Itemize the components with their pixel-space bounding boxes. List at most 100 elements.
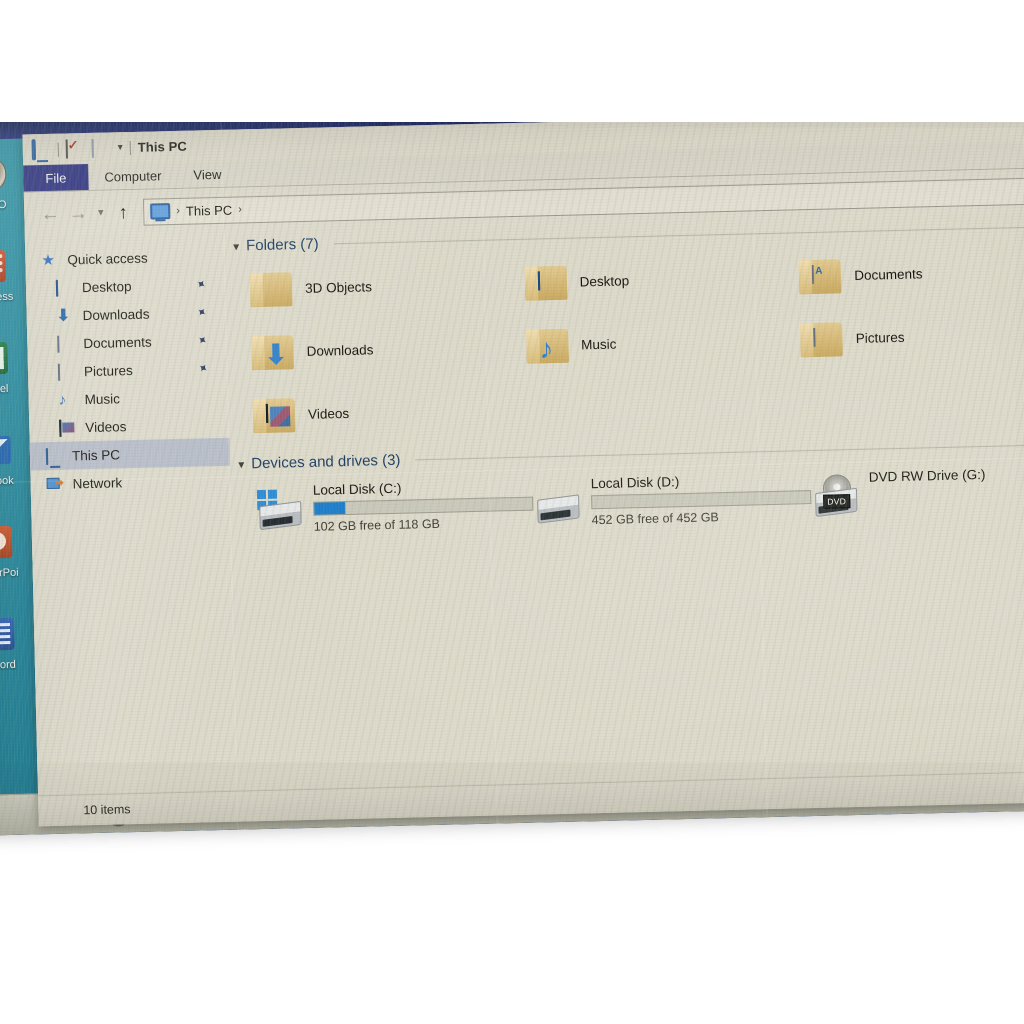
tile-label: 3D Objects: [304, 279, 373, 296]
recent-locations-chevron-icon[interactable]: ▾: [92, 200, 110, 226]
folder-music-icon: ♪: [525, 326, 572, 365]
tile-label: Downloads: [306, 342, 374, 359]
chevron-down-icon[interactable]: ▾: [233, 239, 239, 253]
folders-tile-grid: 3D Objects Desktop A Documents ⬇ Downloa…: [231, 237, 1024, 446]
excel-icon: [0, 339, 12, 378]
desktop-icon-label: ord: [0, 658, 16, 672]
file-explorer-window[interactable]: ▾ This PC File Computer View ← → ▾ ↑ › T…: [22, 109, 1024, 827]
sidebar-item-label: This PC: [71, 446, 121, 463]
star-icon: ★: [41, 251, 56, 269]
drive-free-space: 452 GB free of 452 GB: [591, 510, 719, 528]
tile-label: Desktop: [579, 273, 630, 290]
up-button[interactable]: ↑: [109, 199, 138, 226]
drive-local-disk-c[interactable]: Local Disk (C:) 102 GB free of 118 GB: [255, 476, 534, 536]
pin-icon[interactable]: ✦: [194, 304, 210, 321]
tile-music[interactable]: ♪ Music: [525, 312, 802, 373]
tile-documents[interactable]: Documents: [798, 243, 1024, 304]
this-pc-icon: [45, 447, 63, 465]
dvd-badge: DVD: [823, 494, 851, 509]
tile-videos[interactable]: Videos: [252, 382, 528, 443]
download-icon: ⬇: [56, 306, 71, 325]
address-bar-actions: ▾ ↻: [1014, 177, 1024, 203]
folder-documents-icon: [798, 257, 845, 296]
drive-capacity-bar: [591, 490, 812, 510]
drive-name: Local Disk (C:): [312, 480, 402, 498]
new-folder-icon[interactable]: [91, 138, 111, 158]
windows-drive-icon: [255, 489, 303, 532]
content-pane[interactable]: ▾ Folders (7) 3D Objects Desktop A Docum…: [224, 211, 1024, 772]
chevron-down-icon[interactable]: ▾: [118, 142, 123, 153]
dvd-drive-icon: DVD: [811, 474, 859, 519]
breadcrumb-separator-icon: ›: [176, 204, 181, 217]
access-icon: [0, 247, 10, 286]
folders-group-label: Folders (7): [245, 235, 319, 255]
tile-label: Documents: [854, 266, 923, 283]
drive-capacity-bar: [313, 496, 534, 516]
sidebar-item-label: Downloads: [82, 306, 150, 323]
properties-icon[interactable]: [65, 139, 85, 159]
tile-3d-objects[interactable]: 3D Objects: [249, 256, 525, 317]
this-pc-icon: [150, 203, 171, 220]
documents-icon: [57, 335, 74, 353]
toolbar-separator: [57, 142, 59, 157]
drive-name: DVD RW Drive (G:): [868, 466, 986, 485]
powerpoint-icon: [0, 523, 16, 562]
sidebar-item-label: Videos: [85, 418, 127, 435]
tile-label: Music: [580, 336, 617, 353]
item-count: 10 items: [83, 802, 131, 818]
folder-downloads-icon: ⬇: [251, 333, 297, 372]
drive-name: Local Disk (D:): [590, 474, 680, 492]
sidebar-item-label: Pictures: [83, 362, 133, 379]
drive-local-disk-d[interactable]: Local Disk (D:) 452 GB free of 452 GB: [533, 469, 812, 529]
breadcrumb-this-pc[interactable]: This PC: [186, 202, 233, 218]
folder-desktop-icon: [524, 263, 570, 302]
tab-computer[interactable]: Computer: [88, 162, 178, 191]
tile-label: Pictures: [855, 329, 905, 346]
pin-icon[interactable]: ✦: [193, 276, 209, 293]
folder-pictures-icon: [800, 320, 846, 359]
previous-locations-chevron-icon[interactable]: ▾: [1014, 178, 1024, 204]
monitor-screen: ISO ccess cel look erPoi ord ✓ ▾ This PC…: [0, 91, 1024, 836]
drives-group-label: Devices and drives (3): [251, 451, 401, 473]
sidebar-item-label: Documents: [83, 334, 152, 351]
word-icon: [0, 615, 19, 654]
forward-button[interactable]: →: [64, 200, 93, 227]
sidebar-item-label: Desktop: [81, 278, 132, 295]
window-title: This PC: [137, 138, 188, 155]
drive-dvd-rw-g[interactable]: DVD DVD RW Drive (G:): [811, 463, 1024, 522]
pin-icon[interactable]: ✦: [195, 360, 211, 377]
tile-desktop[interactable]: Desktop: [524, 249, 800, 310]
pictures-icon: [57, 363, 75, 381]
desktop-icon: [55, 279, 73, 297]
toolbar-separator: [129, 140, 131, 155]
tile-downloads[interactable]: ⬇ Downloads: [251, 319, 527, 380]
sidebar-item-label: Quick access: [67, 250, 148, 268]
navigation-pane[interactable]: ★ Quick access Desktop ✦ ⬇ Downloads ✦ D…: [24, 231, 238, 777]
desktop-icon-label: erPoi: [0, 566, 19, 580]
pin-icon[interactable]: ✦: [194, 332, 210, 349]
sidebar-item-network[interactable]: Network: [30, 466, 231, 499]
sidebar-item-label: Music: [84, 390, 121, 407]
music-icon: ♪: [58, 391, 67, 409]
outlook-icon: [0, 431, 14, 470]
disc-image-icon: [0, 155, 8, 194]
folder-videos-icon: [252, 396, 299, 435]
this-pc-icon[interactable]: [31, 139, 51, 161]
tile-pictures[interactable]: Pictures: [800, 306, 1024, 367]
chevron-down-icon[interactable]: ▾: [238, 457, 244, 471]
breadcrumb-separator-icon[interactable]: ›: [238, 203, 242, 215]
sidebar-item-label: Network: [72, 474, 123, 491]
folder-3d-objects-icon: [249, 270, 296, 309]
explorer-body: ★ Quick access Desktop ✦ ⬇ Downloads ✦ D…: [24, 211, 1024, 777]
hard-drive-icon: [533, 482, 581, 525]
tab-file[interactable]: File: [23, 163, 89, 193]
drive-capacity-fill: [314, 502, 345, 515]
videos-icon: [59, 419, 76, 437]
photograph-of-monitor: ISO ccess cel look erPoi ord ✓ ▾ This PC…: [0, 0, 1024, 1024]
photo-bottom-margin: [0, 898, 1024, 1024]
network-icon: [46, 476, 63, 491]
tab-view[interactable]: View: [177, 160, 238, 188]
back-button[interactable]: ←: [36, 201, 65, 228]
drive-free-space: 102 GB free of 118 GB: [313, 516, 441, 534]
tile-label: Videos: [307, 405, 350, 422]
